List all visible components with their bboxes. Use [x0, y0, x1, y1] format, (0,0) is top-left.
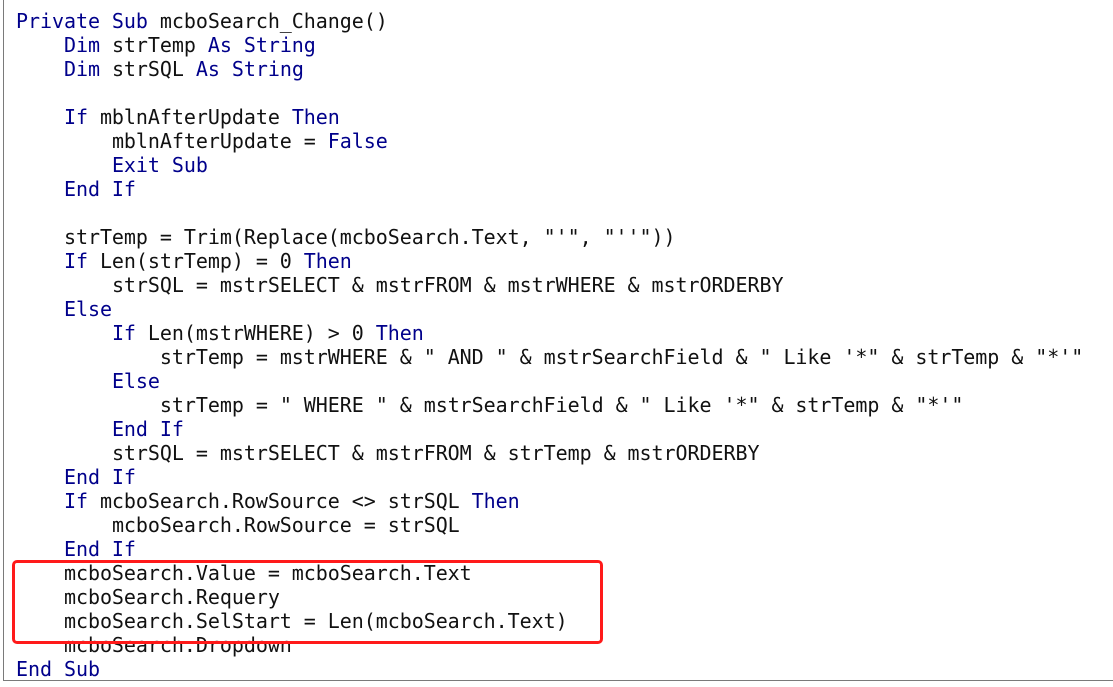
code-line[interactable]: End If	[16, 177, 1083, 201]
code-keyword: If	[111, 321, 136, 345]
code-line[interactable]: strTemp = mstrWHERE & " AND " & mstrSear…	[16, 345, 1083, 369]
code-keyword: Else	[63, 297, 112, 321]
code-keyword: End If	[63, 537, 136, 561]
editor-left-border	[3, 0, 4, 680]
code-line[interactable]: End If	[16, 465, 1083, 489]
code-text: strTemp	[99, 33, 208, 57]
code-keyword: End Sub	[16, 657, 100, 681]
code-line[interactable]: Else	[16, 369, 1083, 393]
code-line[interactable]: mcboSearch.RowSource = strSQL	[16, 513, 1083, 537]
code-text: Len(mstrWHERE) > 0	[135, 321, 376, 345]
code-line[interactable]: If mcboSearch.RowSource <> strSQL Then	[16, 489, 1083, 513]
code-line[interactable]	[16, 81, 1083, 105]
code-line[interactable]: Private Sub mcboSearch_Change()	[16, 9, 1083, 33]
code-keyword: If	[63, 105, 88, 129]
code-line[interactable]: If Len(mstrWHERE) > 0 Then	[16, 321, 1083, 345]
code-keyword: Then	[375, 321, 424, 345]
code-keyword: Dim	[63, 57, 100, 81]
code-text: Len(strTemp) = 0	[87, 249, 304, 273]
code-editor[interactable]: Private Sub mcboSearch_Change() Dim strT…	[0, 0, 1113, 687]
code-line[interactable]: If mblnAfterUpdate Then	[16, 105, 1083, 129]
code-keyword: End If	[63, 465, 136, 489]
red-highlight-box	[12, 560, 603, 644]
code-keyword: Then	[471, 489, 520, 513]
code-keyword: Exit Sub	[111, 153, 208, 177]
code-text: mcboSearch_Change()	[147, 9, 388, 33]
code-line[interactable]: mblnAfterUpdate = False	[16, 129, 1083, 153]
code-keyword: Dim	[63, 33, 100, 57]
code-keyword: End If	[63, 177, 136, 201]
code-text: mcboSearch.RowSource <> strSQL	[87, 489, 472, 513]
code-keyword: If	[63, 249, 88, 273]
code-line[interactable]: Dim strSQL As String	[16, 57, 1083, 81]
code-keyword: If	[63, 489, 88, 513]
code-line[interactable]: Dim strTemp As String	[16, 33, 1083, 57]
code-keyword: False	[327, 129, 388, 153]
code-line[interactable]: strTemp = " WHERE " & mstrSearchField & …	[16, 393, 1083, 417]
code-line[interactable]: Exit Sub	[16, 153, 1083, 177]
code-text: mblnAfterUpdate =	[111, 129, 328, 153]
code-text: mblnAfterUpdate	[87, 105, 292, 129]
code-keyword: Else	[111, 369, 160, 393]
code-text: mcboSearch.RowSource = strSQL	[111, 513, 460, 537]
code-line[interactable]: End If	[16, 417, 1083, 441]
code-text: strSQL = mstrSELECT & mstrFROM & strTemp…	[111, 441, 760, 465]
code-line[interactable]: If Len(strTemp) = 0 Then	[16, 249, 1083, 273]
code-line[interactable]	[16, 201, 1083, 225]
code-text: strTemp = Trim(Replace(mcboSearch.Text, …	[63, 225, 676, 249]
code-line[interactable]: strTemp = Trim(Replace(mcboSearch.Text, …	[16, 225, 1083, 249]
code-line[interactable]: Else	[16, 297, 1083, 321]
code-text: strSQL	[99, 57, 196, 81]
code-text: strTemp = " WHERE " & mstrSearchField & …	[159, 393, 964, 417]
code-keyword: Then	[291, 105, 340, 129]
code-text: strSQL = mstrSELECT & mstrFROM & mstrWHE…	[111, 273, 784, 297]
code-line[interactable]: End Sub	[16, 657, 1083, 681]
code-keyword: As String	[207, 33, 316, 57]
code-keyword: As String	[195, 57, 304, 81]
code-text: strTemp = mstrWHERE & " AND " & mstrSear…	[159, 345, 1084, 369]
code-line[interactable]: strSQL = mstrSELECT & mstrFROM & mstrWHE…	[16, 273, 1083, 297]
code-keyword: Then	[303, 249, 352, 273]
code-keyword: Private Sub	[16, 9, 148, 33]
code-keyword: End If	[111, 417, 184, 441]
code-line[interactable]: End If	[16, 537, 1083, 561]
code-line[interactable]: strSQL = mstrSELECT & mstrFROM & strTemp…	[16, 441, 1083, 465]
